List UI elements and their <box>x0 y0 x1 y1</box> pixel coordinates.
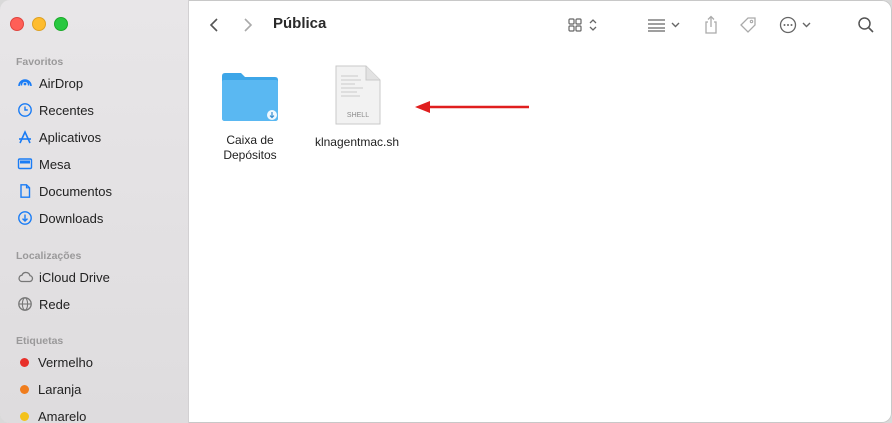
icon-grid-icon <box>568 18 597 32</box>
window-controls <box>10 17 68 31</box>
sidebar-item-aplicativos[interactable]: Aplicativos <box>16 127 101 147</box>
zoom-button[interactable] <box>54 17 68 31</box>
sidebar-item-mesa[interactable]: Mesa <box>16 154 71 174</box>
chevron-left-icon <box>209 18 218 32</box>
file-label: Caixa de Depósitos <box>205 133 295 163</box>
sidebar-item-documentos[interactable]: Documentos <box>16 181 112 201</box>
search-button[interactable] <box>855 12 877 38</box>
applications-icon <box>16 129 34 145</box>
sidebar-item-vermelho[interactable]: Vermelho <box>16 352 93 372</box>
annotation-arrow <box>415 101 529 113</box>
sidebar-item-recentes[interactable]: Recentes <box>16 100 94 120</box>
red-tag-icon <box>20 357 29 367</box>
section-title-localizacoes: Localizações <box>16 250 82 262</box>
sidebar-item-label: Vermelho <box>38 354 93 370</box>
ellipsis-circle-icon <box>779 16 811 34</box>
sidebar-item-label: iCloud Drive <box>39 269 110 285</box>
file-label-line-2: Depósitos <box>223 148 277 162</box>
network-icon <box>16 296 34 312</box>
desktop-icon <box>16 156 34 172</box>
cloud-icon <box>16 269 34 285</box>
sidebar-item-label: AirDrop <box>39 75 84 91</box>
document-icon <box>16 183 34 199</box>
sidebar-item-rede[interactable]: Rede <box>16 294 70 314</box>
shell-badge: SHELL <box>347 112 369 119</box>
section-title-favoritos: Favoritos <box>16 56 64 68</box>
sidebar-item-amarelo[interactable]: Amarelo <box>16 406 86 423</box>
sidebar-item-label: Mesa <box>39 156 71 172</box>
sidebar-item-label: Documentos <box>39 183 112 199</box>
sidebar-item-label: Recentes <box>39 102 94 118</box>
sidebar-item-label: Downloads <box>39 210 104 226</box>
sidebar-item-airdrop[interactable]: AirDrop <box>16 73 83 93</box>
search-icon <box>858 17 874 33</box>
sidebar-item-label: Amarelo <box>38 408 87 423</box>
minimize-button[interactable] <box>32 17 46 31</box>
file-label-line-1: Caixa de <box>226 133 274 147</box>
folder-download-icon <box>222 73 278 121</box>
sidebar-item-label: Rede <box>39 296 71 312</box>
airdrop-icon <box>16 75 34 91</box>
window-title: Pública <box>273 15 327 32</box>
sidebar-item-laranja[interactable]: Laranja <box>16 379 81 399</box>
orange-tag-icon <box>20 384 29 394</box>
more-actions-button[interactable] <box>778 12 816 38</box>
file-item-klnagentmac[interactable]: SHELL klnagentmac.sh <box>312 64 402 150</box>
chevron-right-icon <box>244 18 253 32</box>
file-item-caixa-de-depositos[interactable]: Caixa de Depósitos <box>205 70 295 163</box>
clock-icon <box>16 102 34 118</box>
tag-icon <box>740 17 756 33</box>
shell-script-icon: SHELL <box>335 65 381 125</box>
sidebar-item-icloud-drive[interactable]: iCloud Drive <box>16 267 110 287</box>
group-icon <box>648 19 680 32</box>
view-mode-button[interactable] <box>565 12 605 38</box>
yellow-tag-icon <box>20 411 29 421</box>
sidebar-item-label: Aplicativos <box>39 129 102 145</box>
close-button[interactable] <box>10 17 24 31</box>
group-by-button[interactable] <box>645 12 685 38</box>
sidebar-item-label: Laranja <box>38 381 82 397</box>
share-icon <box>705 15 717 34</box>
tags-button[interactable] <box>736 12 760 38</box>
back-button[interactable] <box>203 12 225 38</box>
finder-window: Favoritos AirDrop Recentes Aplicativos M… <box>0 0 892 423</box>
download-icon <box>16 210 34 226</box>
sidebar-item-downloads[interactable]: Downloads <box>16 208 103 228</box>
section-title-etiquetas: Etiquetas <box>16 335 64 347</box>
forward-button[interactable] <box>237 12 259 38</box>
file-area: Caixa de Depósitos SHELL klnagentmac.sh <box>188 50 892 423</box>
sidebar: Favoritos AirDrop Recentes Aplicativos M… <box>0 0 189 423</box>
file-label: klnagentmac.sh <box>314 135 400 149</box>
share-button[interactable] <box>700 12 722 38</box>
